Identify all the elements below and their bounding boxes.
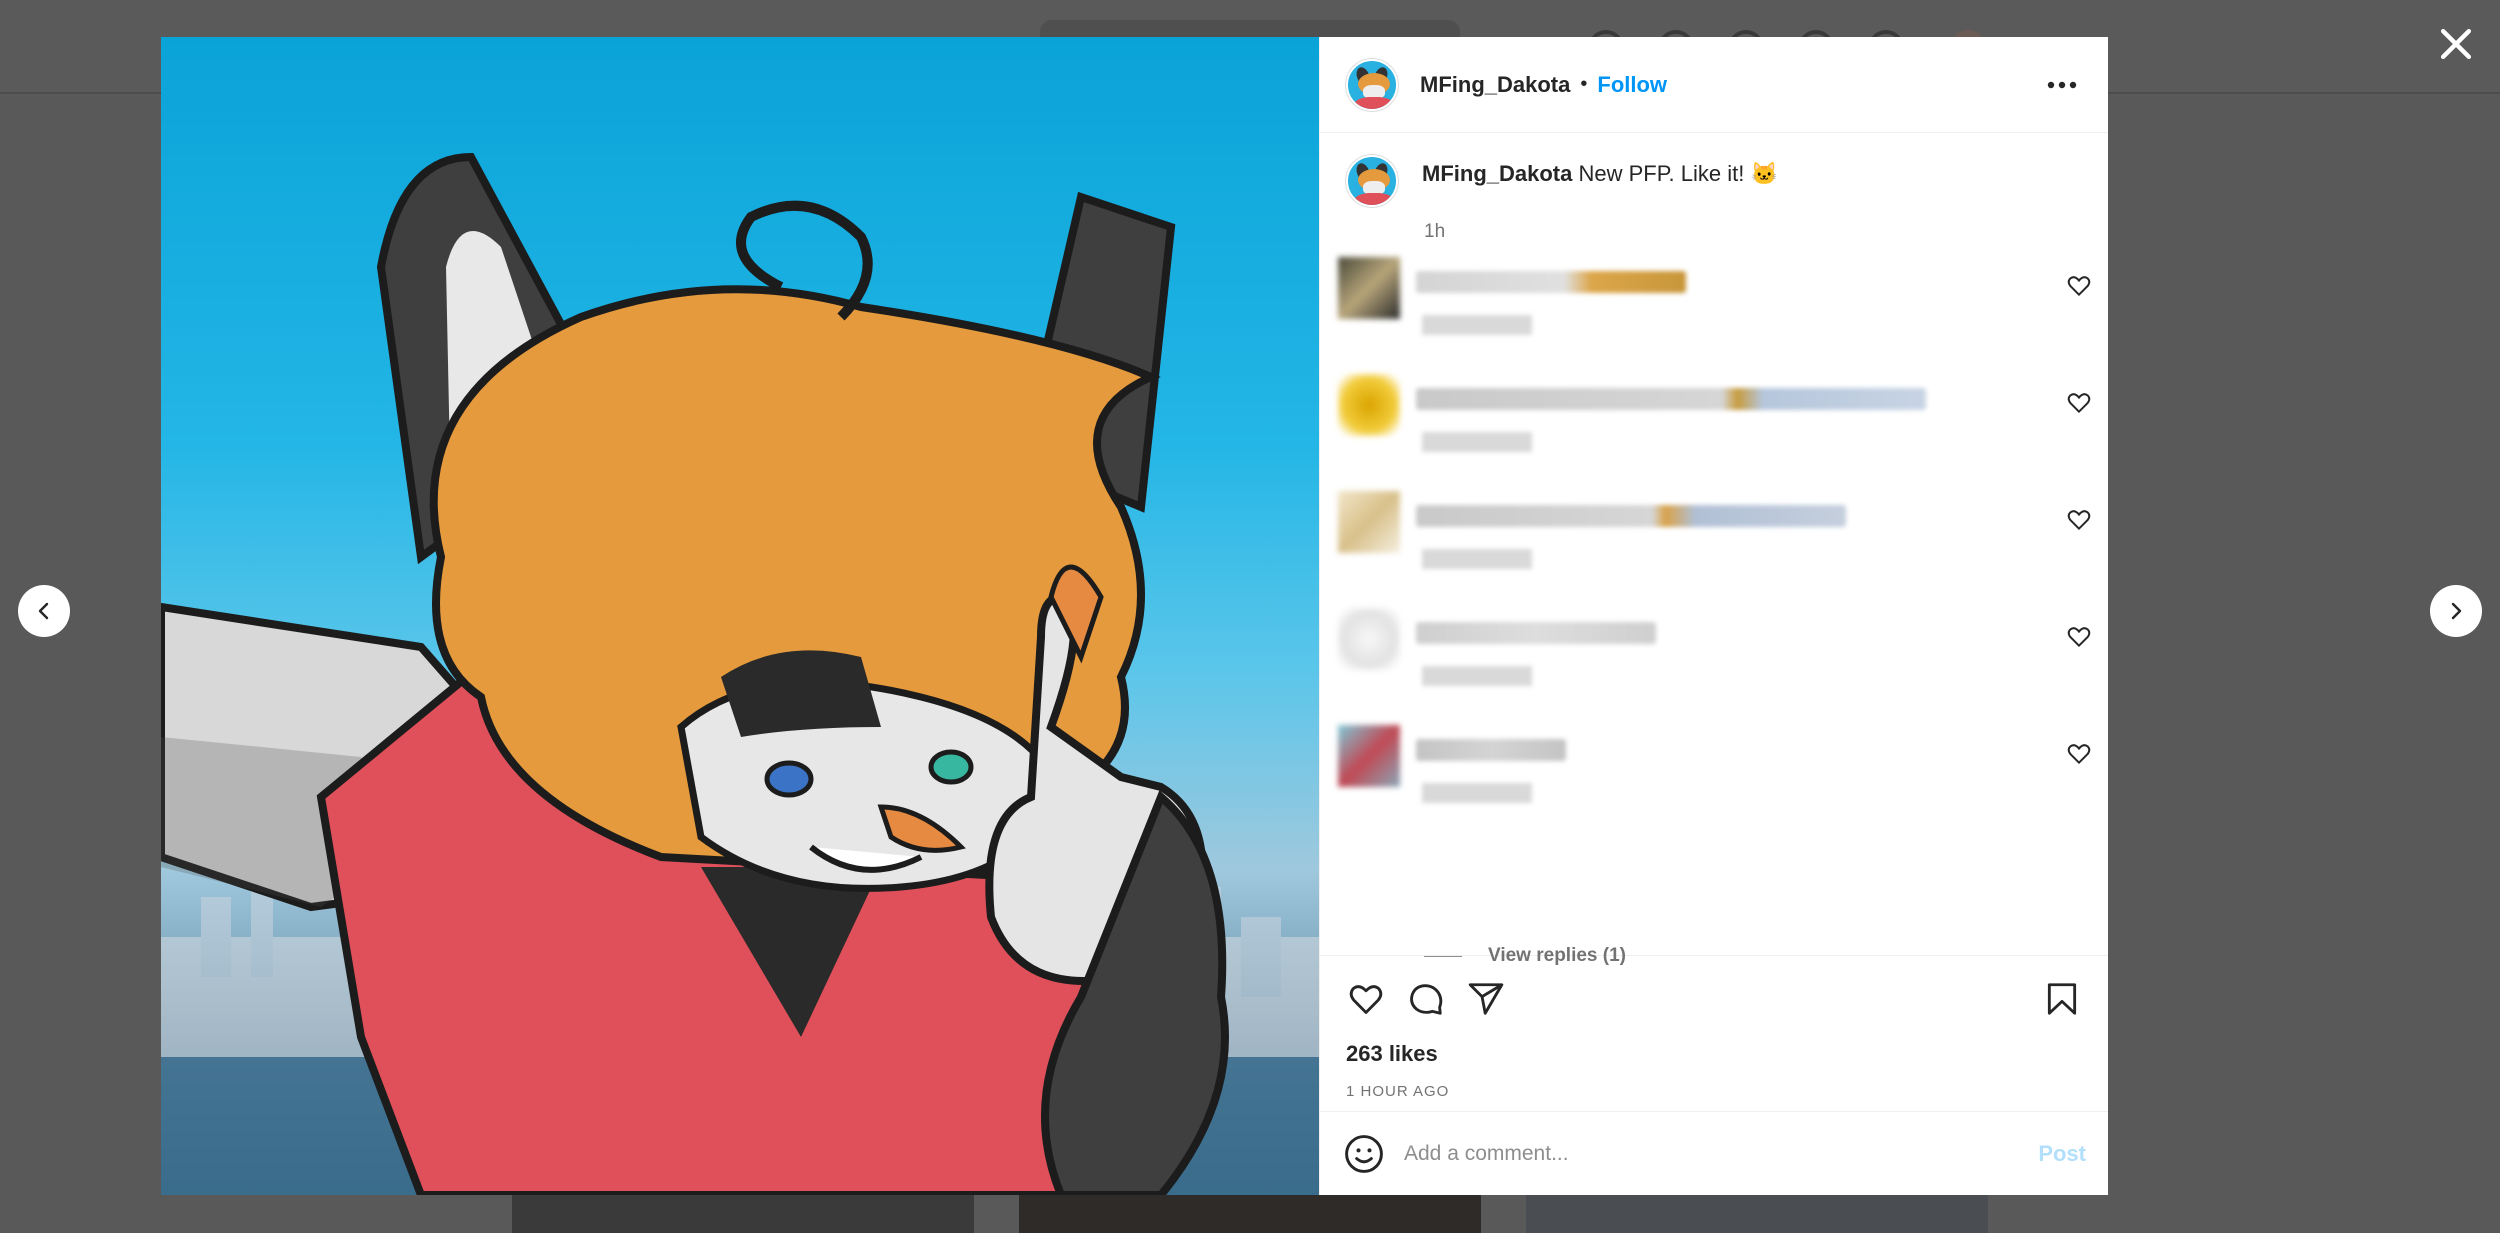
comment-text-redacted [1416,739,1566,761]
avatar[interactable] [1346,155,1398,207]
heart-icon[interactable] [2066,624,2092,650]
list-item [1338,257,2092,337]
comment-avatar[interactable] [1338,491,1400,553]
separator-dot: • [1580,73,1588,95]
heart-icon[interactable] [2066,741,2092,767]
post-sidebar: MFing_Dakota • Follow MFing_Dakota New P… [1319,37,2108,1195]
list-item [1338,374,2092,454]
view-replies-button[interactable]: View replies (1) [1424,945,1626,967]
comment-avatar[interactable] [1338,257,1400,319]
list-item [1338,608,2092,688]
post-image [161,37,1319,1195]
caption-username[interactable]: MFing_Dakota [1422,161,1572,186]
character-illustration [161,152,1319,1195]
comment-text-redacted [1416,622,1656,644]
comment-meta-redacted [1422,783,1532,803]
like-button[interactable] [1342,975,1390,1023]
comment-meta-redacted [1422,549,1532,569]
more-icon [2047,81,2077,88]
save-button[interactable] [2038,975,2086,1023]
comment-text-redacted [1416,271,1686,293]
emoji-icon[interactable] [1342,1132,1386,1176]
comment-avatar[interactable] [1338,725,1400,787]
caption-body: New PFP. Like it! 🐱 [1578,161,1778,186]
chevron-right-icon [2451,602,2462,620]
comment-icon [1410,983,1443,1015]
more-options-button[interactable] [2042,65,2082,105]
share-icon [1468,982,1504,1015]
comment-meta-redacted [1422,432,1532,452]
next-post-button[interactable] [2430,585,2482,637]
post-date: 1 HOUR AGO [1346,1083,1450,1100]
comment-avatar[interactable] [1338,374,1400,436]
action-bar [1320,955,2108,1041]
close-button[interactable] [2434,22,2478,66]
caption: MFing_Dakota New PFP. Like it! 🐱 [1346,155,2082,207]
comment-text-redacted [1416,388,1926,410]
username-link[interactable]: MFing_Dakota [1420,72,1570,98]
comment-text-redacted [1416,505,1846,527]
heart-icon[interactable] [2066,273,2092,299]
follow-button[interactable]: Follow [1597,72,1667,98]
heart-icon[interactable] [2066,390,2092,416]
background-thumbnail [1526,1190,1988,1233]
post-modal: MFing_Dakota • Follow MFing_Dakota New P… [161,37,2108,1195]
share-button[interactable] [1462,975,1510,1023]
chevron-left-icon [38,602,49,620]
replies-divider [1424,955,1462,957]
bookmark-icon [2047,982,2077,1015]
comment-avatar[interactable] [1338,608,1400,670]
comment-meta-redacted [1422,666,1532,686]
background-thumbnail [1019,1190,1481,1233]
likes-count[interactable]: 263 likes [1320,1041,2108,1077]
comment-button[interactable] [1402,975,1450,1023]
caption-timestamp: 1h [1424,221,1446,242]
heart-icon [1349,984,1383,1014]
list-item [1338,725,2092,805]
background-thumbnail [512,1190,974,1233]
caption-text: MFing_Dakota New PFP. Like it! 🐱 [1422,159,1778,207]
view-replies-label: View replies (1) [1488,945,1626,966]
post-header: MFing_Dakota • Follow [1320,37,2108,133]
avatar[interactable] [1346,58,1398,111]
post-comment-button[interactable]: Post [2038,1141,2086,1167]
previous-post-button[interactable] [18,585,70,637]
comment-input[interactable] [1404,1141,2039,1166]
heart-icon[interactable] [2066,507,2092,533]
comment-meta-redacted [1422,315,1532,335]
list-item [1338,491,2092,571]
comments-section: MFing_Dakota New PFP. Like it! 🐱 1h View… [1320,133,2108,966]
comment-composer: Post [1320,1111,2108,1195]
close-icon [2440,28,2472,60]
